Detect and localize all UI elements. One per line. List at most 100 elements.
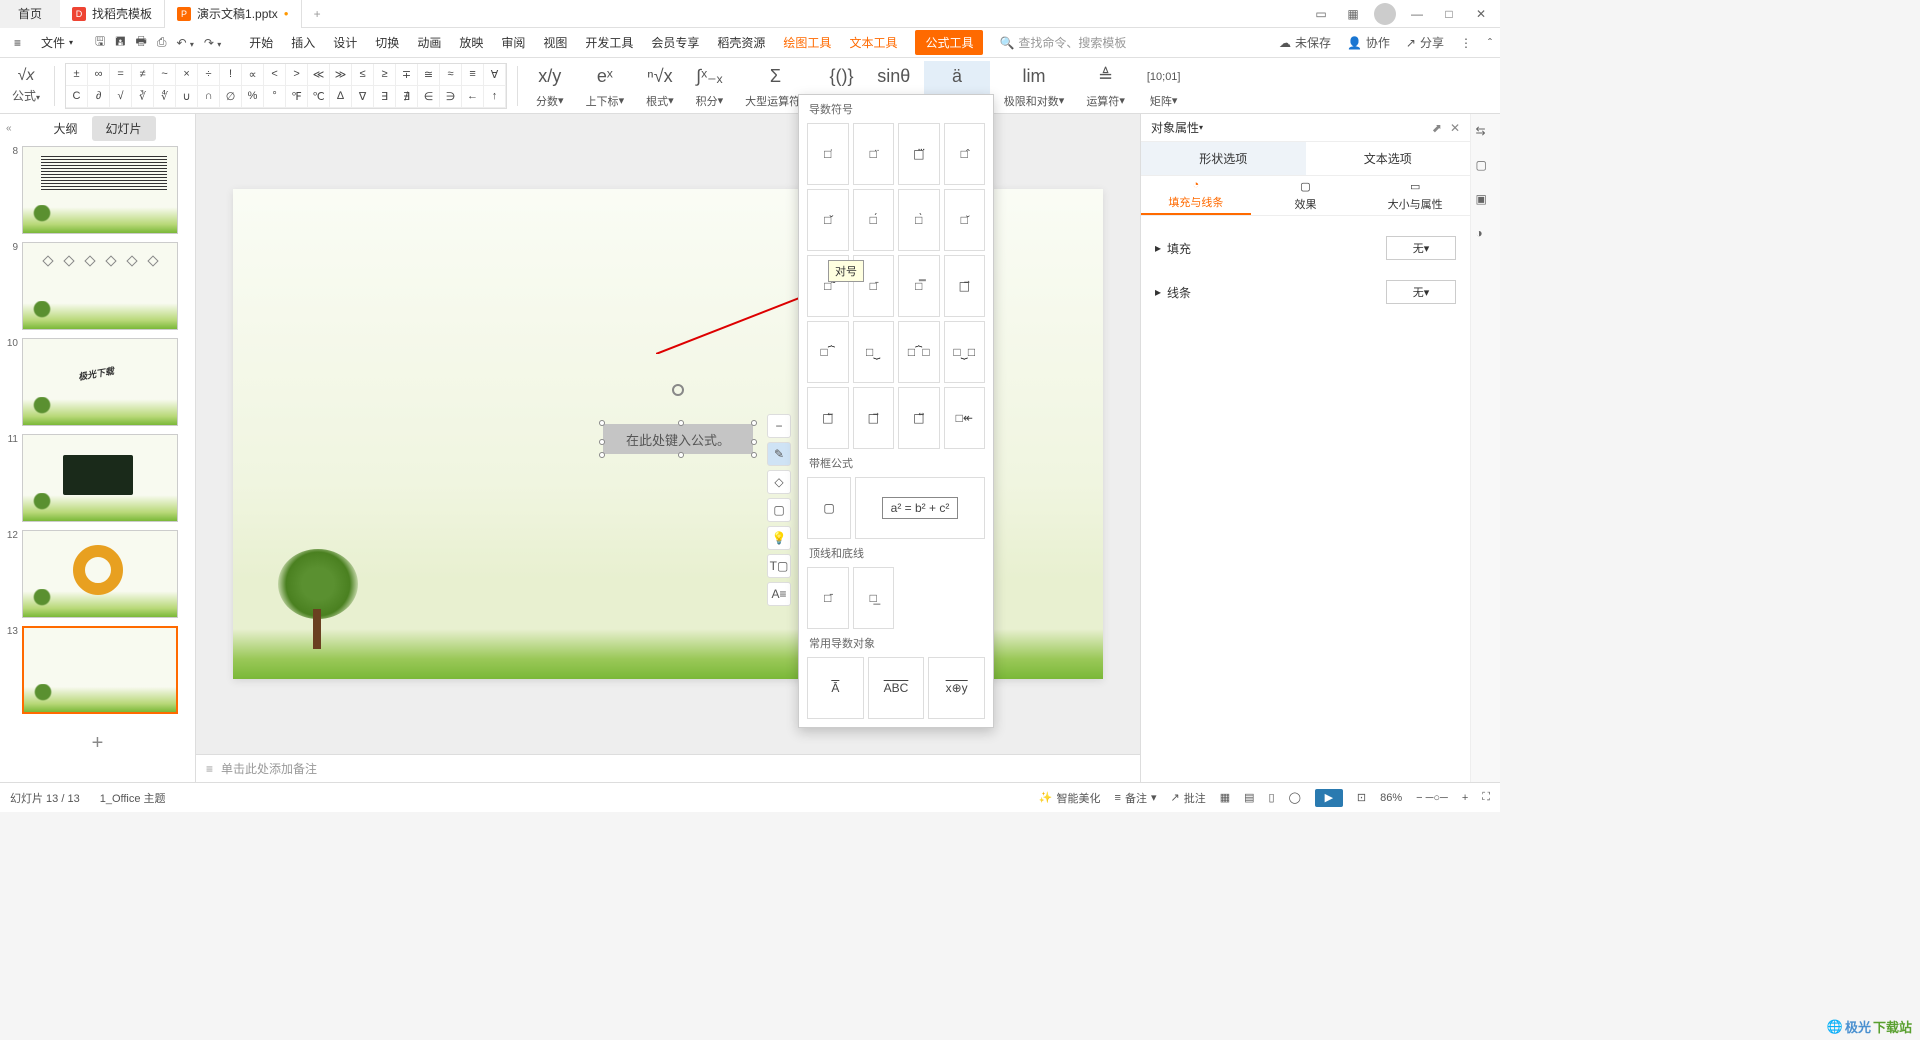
effects-tab[interactable]: ▢效果	[1251, 176, 1361, 215]
symbol-button[interactable]: °	[264, 86, 286, 108]
tab-home[interactable]: 首页	[0, 0, 60, 28]
symbol-button[interactable]: ×	[176, 64, 198, 86]
common-accent-item[interactable]: Ā	[807, 657, 864, 719]
fit-icon[interactable]: ⊡	[1357, 791, 1366, 804]
accent-item[interactable]: □⃡	[898, 387, 940, 449]
collab-button[interactable]: 👤协作	[1347, 34, 1390, 51]
share-button[interactable]: ↗分享	[1406, 34, 1444, 51]
fraction-dropdown[interactable]: x/y分数▾	[528, 61, 572, 111]
comments-button[interactable]: ↗批注	[1170, 790, 1205, 806]
palette-icon[interactable]: ◑	[1476, 226, 1496, 246]
accent-item[interactable]: □⃗	[853, 387, 895, 449]
symbol-button[interactable]: ≫	[330, 64, 352, 86]
accent-item[interactable]: □⃛	[898, 123, 940, 185]
textbox-icon[interactable]: T▢	[767, 554, 791, 578]
close-button[interactable]: ✕	[1470, 3, 1492, 25]
collapse-icon[interactable]: «	[6, 123, 12, 134]
saveas-icon[interactable]: 🖪	[115, 32, 125, 53]
tab-vip[interactable]: 会员专享	[651, 34, 699, 51]
tab-drawtools[interactable]: 绘图工具	[783, 34, 831, 51]
redo-icon[interactable]: ↷ ▾	[204, 36, 221, 50]
accent-item[interactable]: □̿	[898, 255, 940, 317]
matrix-dropdown[interactable]: [10;01]矩阵▾	[1139, 61, 1189, 111]
zoomin-button[interactable]: +	[1462, 792, 1468, 804]
unsaved-button[interactable]: ☁未保存	[1279, 34, 1331, 51]
search-box[interactable]: 🔍 查找命令、搜索模板	[999, 34, 1126, 51]
zoom-level[interactable]: 86%	[1380, 792, 1402, 804]
sizeprops-tab[interactable]: ▭大小与属性	[1360, 176, 1470, 215]
fillline-tab[interactable]: ◔填充与线条	[1141, 176, 1251, 215]
symbol-button[interactable]: ∞	[88, 64, 110, 86]
tab-animation[interactable]: 动画	[417, 34, 441, 51]
style-icon[interactable]: A≡	[767, 582, 791, 606]
layout-icon[interactable]: ▭	[1310, 3, 1332, 25]
accent-item[interactable]: □̇	[807, 123, 849, 185]
symbol-button[interactable]: √	[110, 86, 132, 108]
formula-dropdown[interactable]: √x 公式▾	[8, 65, 44, 106]
tab-document[interactable]: P 演示文稿1.pptx ●	[165, 0, 302, 28]
print-icon[interactable]: 🖶	[136, 32, 147, 53]
avatar-icon[interactable]	[1374, 3, 1396, 25]
underline-item[interactable]: □̲	[853, 567, 895, 629]
add-slide-button[interactable]: +	[4, 722, 191, 765]
symbol-button[interactable]: ↑	[484, 86, 506, 108]
accent-item[interactable]: □⏟	[853, 321, 895, 383]
resize-handle[interactable]	[599, 452, 605, 458]
tab-texttools[interactable]: 文本工具	[849, 34, 897, 51]
symbol-button[interactable]: ≈	[440, 64, 462, 86]
popout-icon[interactable]: ⬈	[1432, 121, 1442, 135]
symbol-button[interactable]: ∪	[176, 86, 198, 108]
overline-item[interactable]: □̄	[807, 567, 849, 629]
tab-design[interactable]: 设计	[333, 34, 357, 51]
fill-select[interactable]: 无 ▾	[1386, 236, 1456, 260]
slide-canvas[interactable]: 在此处键入公式。 − ✎ ◇ ▢ 💡	[196, 114, 1140, 754]
collapse-ribbon-icon[interactable]: ˆ	[1488, 36, 1492, 50]
symbol-button[interactable]: ∛	[132, 86, 154, 108]
symbol-button[interactable]: ℉	[286, 86, 308, 108]
rotate-handle[interactable]	[672, 384, 684, 396]
apps-icon[interactable]: ▦	[1342, 3, 1364, 25]
symbol-button[interactable]: ±	[66, 64, 88, 86]
common-accent-item[interactable]: x⊕y	[928, 657, 985, 719]
accent-item[interactable]: □⃖	[807, 387, 849, 449]
symbol-button[interactable]: ∋	[440, 86, 462, 108]
resize-handle[interactable]	[751, 452, 757, 458]
accent-item[interactable]: □́	[853, 189, 895, 251]
symbol-button[interactable]: ÷	[198, 64, 220, 86]
border-icon[interactable]: ▢	[767, 498, 791, 522]
accent-item[interactable]: □⃑	[944, 255, 986, 317]
symbol-button[interactable]: ∅	[220, 86, 242, 108]
brush-icon[interactable]: ✎	[767, 442, 791, 466]
tab-formulatools[interactable]: 公式工具	[915, 30, 983, 55]
line-row[interactable]: ▸ 线条	[1155, 284, 1386, 301]
fill-row[interactable]: ▸ 填充	[1155, 240, 1386, 257]
tab-start[interactable]: 开始	[249, 34, 273, 51]
settings-icon[interactable]: ⇆	[1476, 124, 1496, 144]
formula-placeholder[interactable]: 在此处键入公式。 − ✎ ◇ ▢ 💡	[603, 424, 753, 454]
symbol-button[interactable]: ∝	[242, 64, 264, 86]
slide-thumb-9[interactable]: 9	[4, 242, 191, 330]
symbol-button[interactable]: ∄	[396, 86, 418, 108]
accent-item[interactable]: □⏞	[807, 321, 849, 383]
shape-icon[interactable]: ◇	[767, 470, 791, 494]
symbol-button[interactable]: ≅	[418, 64, 440, 86]
accent-item[interactable]: □̂	[944, 123, 986, 185]
symbol-button[interactable]: ∓	[396, 64, 418, 86]
symbol-button[interactable]: ∂	[88, 86, 110, 108]
fullscreen-icon[interactable]: ⛶	[1482, 791, 1490, 804]
tab-devtools[interactable]: 开发工具	[585, 34, 633, 51]
radical-dropdown[interactable]: ⁿ√x根式▾	[638, 61, 682, 111]
boxed-item[interactable]: ▢	[807, 477, 851, 539]
file-menu[interactable]: 文件 ▾	[35, 30, 79, 55]
hamburger-icon[interactable]: ≡	[8, 32, 27, 54]
slide-thumb-12[interactable]: 12	[4, 530, 191, 618]
view-normal-icon[interactable]: ▦	[1220, 791, 1230, 804]
view-sorter-icon[interactable]: ▤	[1244, 791, 1254, 804]
slide-thumb-10[interactable]: 10 极光下载	[4, 338, 191, 426]
tab-review[interactable]: 审阅	[501, 34, 525, 51]
zoomout-button[interactable]: − ─○─	[1416, 792, 1448, 804]
symbol-button[interactable]: ~	[154, 64, 176, 86]
slide-thumb-8[interactable]: 8	[4, 146, 191, 234]
accent-item[interactable]: □⏞□	[898, 321, 940, 383]
beautify-button[interactable]: ✨智能美化	[1039, 790, 1101, 806]
